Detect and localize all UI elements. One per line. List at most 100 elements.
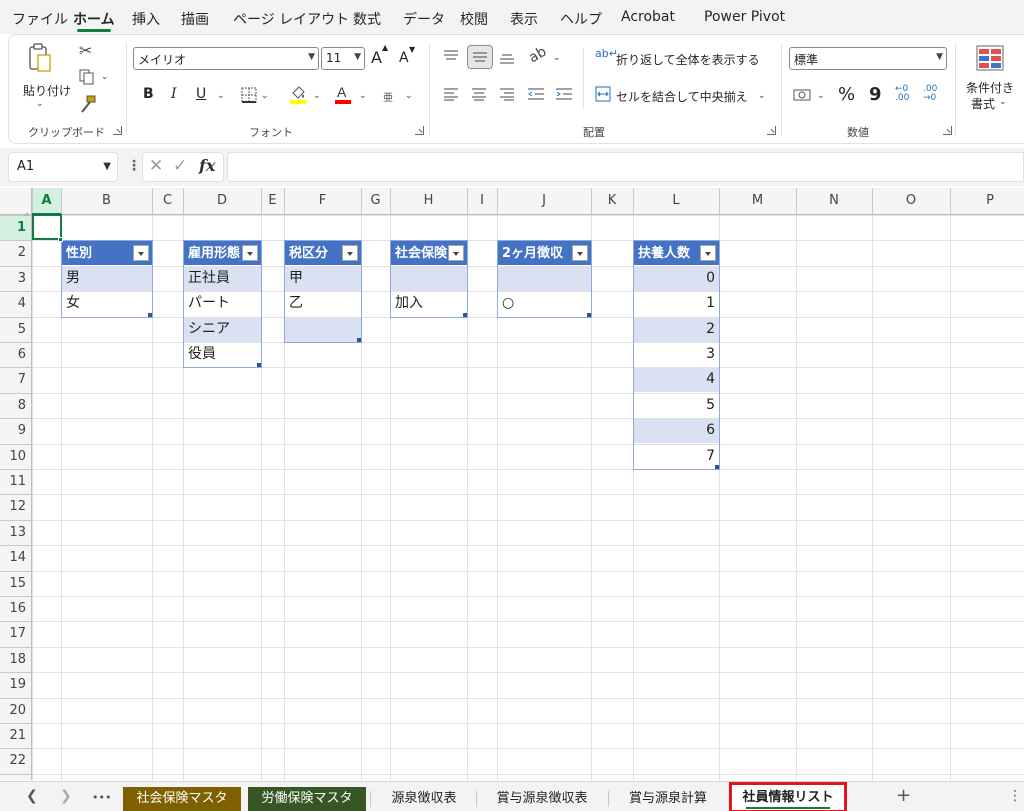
column-header-B[interactable]: B — [61, 188, 152, 214]
bold-button[interactable]: B — [143, 86, 154, 102]
align-middle-button[interactable] — [467, 45, 493, 69]
number-launcher-icon[interactable] — [943, 126, 952, 135]
filter-dropdown-icon[interactable] — [448, 245, 464, 261]
increase-decimal-icon[interactable]: ←0.00 — [895, 85, 909, 103]
tab-power-pivot[interactable]: Power Pivot — [704, 9, 785, 25]
fill-color-icon[interactable] — [289, 83, 307, 105]
two-month-collection-table-cell[interactable] — [502, 266, 587, 291]
column-header-E[interactable]: E — [261, 188, 284, 214]
paste-chevron-icon[interactable]: ⌄ — [36, 99, 44, 109]
gender-table-cell[interactable]: 女 — [66, 291, 148, 316]
filter-dropdown-icon[interactable] — [242, 245, 258, 261]
decrease-indent-icon[interactable] — [527, 87, 545, 101]
accounting-chevron-icon[interactable]: ⌄ — [817, 91, 825, 101]
number-format-select[interactable]: 標準 ▼ — [789, 47, 947, 70]
row-header-13[interactable]: 13 — [0, 520, 26, 545]
more-sheets-button[interactable]: ••• — [92, 791, 111, 804]
row-header-11[interactable]: 11 — [0, 469, 26, 494]
orientation-chevron-icon[interactable]: ⌄ — [553, 53, 561, 63]
filter-dropdown-icon[interactable] — [700, 245, 716, 261]
increase-indent-icon[interactable] — [555, 87, 573, 101]
column-header-P[interactable]: P — [950, 188, 1024, 214]
sheet-tab-bonus-withholding-calc[interactable]: 賞与源泉計算 — [612, 787, 724, 811]
dependents-table-cell[interactable]: 4 — [638, 367, 715, 392]
accounting-format-icon[interactable] — [793, 87, 811, 103]
filter-dropdown-icon[interactable] — [133, 245, 149, 261]
row-header-17[interactable]: 17 — [0, 621, 26, 646]
column-header-H[interactable]: H — [390, 188, 467, 214]
conditional-formatting-label-1[interactable]: 条件付き — [966, 79, 1014, 96]
dependents-table-cell[interactable]: 6 — [638, 418, 715, 443]
more-options-icon[interactable]: ⋮ — [127, 158, 141, 174]
tab-draw[interactable]: 描画 — [181, 9, 209, 29]
two-month-collection-table-cell[interactable]: ○ — [502, 291, 587, 316]
orientation-icon[interactable]: ab — [526, 44, 549, 67]
row-header-18[interactable]: 18 — [0, 647, 26, 672]
conditional-formatting-chevron-icon[interactable]: ⌄ — [999, 97, 1007, 107]
alignment-launcher-icon[interactable] — [767, 126, 776, 135]
paste-button[interactable]: 貼り付け ⌄ — [15, 41, 71, 111]
conditional-formatting-label-2[interactable]: 書式 — [971, 95, 995, 112]
italic-button[interactable]: I — [171, 86, 177, 102]
borders-chevron-icon[interactable]: ⌄ — [261, 91, 269, 101]
tab-formulas[interactable]: 数式 — [353, 9, 381, 29]
tab-acrobat[interactable]: Acrobat — [621, 9, 675, 25]
row-header-5[interactable]: 5 — [0, 317, 26, 342]
tab-view[interactable]: 表示 — [510, 9, 538, 29]
font-size-select[interactable]: 11 ▼ — [321, 47, 365, 70]
dependents-table-cell[interactable]: 7 — [638, 444, 715, 469]
column-header-N[interactable]: N — [796, 188, 872, 214]
underline-chevron-icon[interactable]: ⌄ — [217, 91, 225, 101]
align-center-icon[interactable] — [471, 87, 487, 101]
column-header-A[interactable]: A — [32, 188, 61, 214]
underline-button[interactable]: U — [196, 86, 206, 102]
dependents-table-cell[interactable]: 2 — [638, 317, 715, 342]
clipboard-launcher-icon[interactable] — [113, 126, 122, 135]
borders-icon[interactable] — [241, 87, 257, 103]
social-insurance-table-cell[interactable] — [395, 266, 463, 291]
social-insurance-table-cell[interactable]: 加入 — [395, 291, 463, 316]
dependents-table-cell[interactable]: 3 — [638, 342, 715, 367]
row-header-22[interactable]: 22 — [0, 748, 26, 773]
enter-icon[interactable]: ✓ — [173, 156, 187, 176]
sheet-tab-bonus-withholding-table[interactable]: 賞与源泉徴収表 — [480, 787, 604, 811]
tax-category-table-cell[interactable] — [289, 317, 357, 342]
font-color-icon[interactable]: A — [334, 83, 352, 105]
scroll-left-icon[interactable]: ❮ — [26, 788, 38, 804]
row-header-7[interactable]: 7 — [0, 367, 26, 392]
row-header-19[interactable]: 19 — [0, 672, 26, 697]
name-box[interactable]: A1 ▼ — [8, 152, 118, 182]
column-header-M[interactable]: M — [719, 188, 796, 214]
row-header-3[interactable]: 3 — [0, 266, 26, 291]
tax-category-table-cell[interactable]: 甲 — [289, 266, 357, 291]
tab-home[interactable]: ホーム — [73, 9, 115, 29]
table-resize-handle[interactable] — [148, 313, 152, 317]
column-header-G[interactable]: G — [361, 188, 390, 214]
add-sheet-button[interactable]: + — [896, 785, 911, 806]
sheet-options-icon[interactable]: ⋮ — [1008, 788, 1022, 804]
employment-type-table-cell[interactable]: シニア — [188, 317, 257, 342]
align-right-icon[interactable] — [499, 87, 515, 101]
column-header-O[interactable]: O — [872, 188, 950, 214]
tab-file[interactable]: ファイル — [12, 9, 68, 29]
row-header-16[interactable]: 16 — [0, 596, 26, 621]
copy-icon[interactable] — [79, 69, 95, 85]
row-header-21[interactable]: 21 — [0, 723, 26, 748]
employment-type-table-cell[interactable]: 役員 — [188, 342, 257, 367]
shrink-font-button[interactable]: A — [399, 50, 409, 66]
decrease-decimal-icon[interactable]: .00 →0 — [923, 85, 937, 103]
formula-input[interactable] — [227, 152, 1024, 182]
insert-function-button[interactable]: fx — [199, 156, 215, 175]
tab-review[interactable]: 校閲 — [460, 9, 488, 29]
column-header-L[interactable]: L — [633, 188, 719, 214]
fill-color-chevron-icon[interactable]: ⌄ — [313, 91, 321, 101]
percent-button[interactable]: % — [838, 84, 855, 105]
table-resize-handle[interactable] — [587, 313, 591, 317]
row-header-4[interactable]: 4 — [0, 291, 26, 316]
worksheet-grid[interactable]: A B C D E F G H I J K L M N O P 1 2 3 4 5 6 7 8 9 10 11 12 13 14 15 16 1… — [0, 188, 1024, 780]
employment-type-table-cell[interactable]: 正社員 — [188, 266, 257, 291]
row-header-15[interactable]: 15 — [0, 571, 26, 596]
tab-data[interactable]: データ — [403, 9, 445, 29]
align-bottom-icon[interactable] — [499, 51, 515, 65]
grow-font-button[interactable]: A — [371, 48, 382, 67]
